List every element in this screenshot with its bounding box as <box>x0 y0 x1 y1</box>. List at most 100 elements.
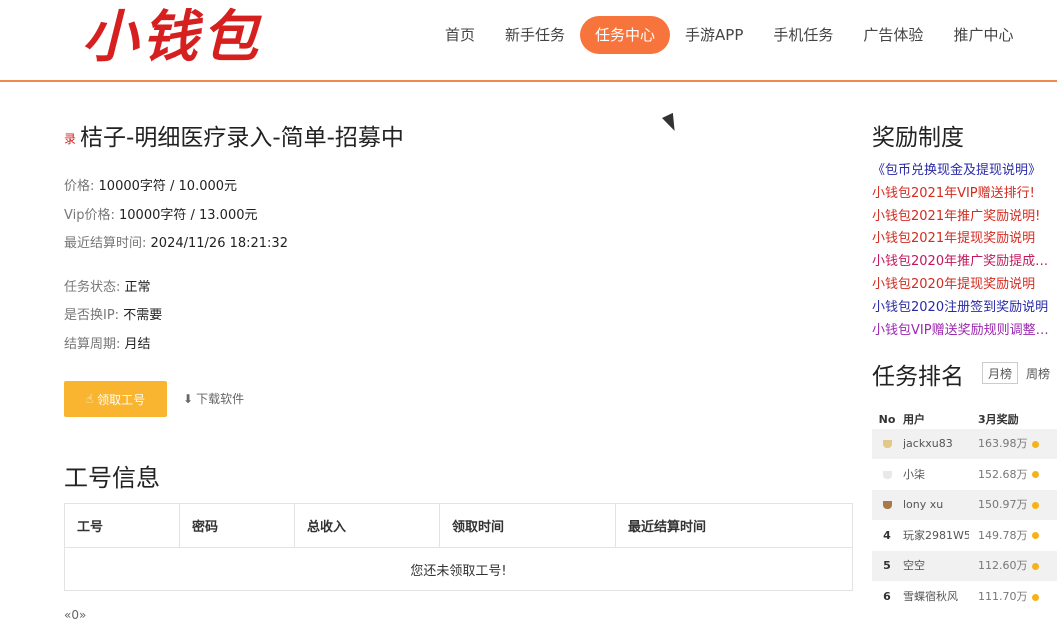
claim-account-label: 领取工号 <box>97 392 146 407</box>
vip-price-line: Vip价格: 10000字符 / 13.000元 <box>64 204 258 223</box>
reward-link[interactable]: 小钱包2020年提现奖励说明 <box>872 274 1057 297</box>
rank-amount: 112.60万 <box>978 551 1039 581</box>
last-settle-label: 最近结算时间: <box>64 236 147 251</box>
site-logo[interactable]: 小钱包 <box>82 2 262 72</box>
rank-user: jackxu83 <box>903 437 953 450</box>
nav-item-ad-experience[interactable]: 广告体验 <box>848 16 938 54</box>
cycle-value: 月结 <box>124 337 151 352</box>
hand-icon: ☝ <box>85 392 94 406</box>
reward-link[interactable]: 小钱包VIP赠送奖励规则调整公... <box>872 320 1057 343</box>
reward-link[interactable]: 小钱包2020年推广奖励提成和... <box>872 251 1057 274</box>
price-line: 价格: 10000字符 / 10.000元 <box>64 175 237 194</box>
task-title: 录桔子-明细医疗录入-简单-招募中 <box>64 118 404 152</box>
col-last-settle-time: 最近结算时间 <box>615 503 853 548</box>
sidebar: 奖励制度 《包币兑换现金及提现说明》 小钱包2021年VIP赠送排行! 小钱包2… <box>872 82 1057 619</box>
rank-amount: 149.78万 <box>978 521 1039 551</box>
nav-item-newbie-tasks[interactable]: 新手任务 <box>490 16 580 54</box>
col-claim-time: 领取时间 <box>439 503 616 548</box>
rank-row: jackxu83 163.98万 <box>872 429 1057 459</box>
table-row: 您还未领取工号! <box>64 547 853 591</box>
rank-amount: 152.68万 <box>978 460 1039 490</box>
coin-icon <box>1031 532 1039 540</box>
rank-row: 5 空空 112.60万 <box>872 551 1057 582</box>
rewards-title: 奖励制度 <box>872 125 964 151</box>
task-type-tag: 录 <box>64 132 77 146</box>
main-nav: 首页 新手任务 任务中心 手游APP 手机任务 广告体验 推广中心 <box>430 16 1028 54</box>
rank-amount-value: 152.68万 <box>978 467 1028 481</box>
tab-weekly[interactable]: 周榜 <box>1020 362 1056 384</box>
rank-row: 4 玩家2981W5 149.78万 <box>872 521 1057 551</box>
rank-row: 6 雪蝶宿秋风 111.70万 <box>872 582 1057 612</box>
last-settle-value: 2024/11/26 18:21:32 <box>150 236 288 251</box>
reward-link[interactable]: 小钱包2020注册签到奖励说明 <box>872 297 1057 320</box>
col-password: 密码 <box>179 503 295 548</box>
trophy-icon-shape <box>882 440 892 448</box>
rank-row: lony xu 150.97万 <box>872 490 1057 521</box>
download-software-label: 下载软件 <box>196 392 245 406</box>
coin-icon <box>1031 562 1039 570</box>
coin-icon <box>1031 593 1039 601</box>
empty-message: 您还未领取工号! <box>64 547 853 591</box>
status-value: 正常 <box>124 280 151 295</box>
rank-amount-value: 150.97万 <box>978 498 1028 512</box>
nav-item-task-center[interactable]: 任务中心 <box>580 16 671 54</box>
rank-user: lony xu <box>903 498 944 512</box>
status-label: 任务状态: <box>64 280 121 295</box>
col-total-income: 总收入 <box>294 503 440 548</box>
price-value: 10000字符 / 10.000元 <box>98 179 238 194</box>
ranking-title: 任务排名 <box>872 364 964 390</box>
cycle-line: 结算周期: 月结 <box>64 333 151 352</box>
nav-item-mobile-tasks[interactable]: 手机任务 <box>758 16 848 54</box>
download-icon: ⬇ <box>183 392 194 406</box>
coin-icon <box>1031 471 1039 479</box>
rank-tabs: 月榜 周榜 日 <box>982 362 1057 384</box>
rank-number: 5 <box>883 559 891 573</box>
tab-monthly[interactable]: 月榜 <box>982 362 1019 384</box>
rank-amount: 163.98万 <box>978 429 1039 459</box>
rank-user: 空空 <box>903 559 925 573</box>
mouse-cursor-icon <box>662 112 681 134</box>
trophy-icon <box>880 490 894 521</box>
rank-user: 雪蝶宿秋风 <box>903 590 958 603</box>
rank-number: 4 <box>883 528 891 542</box>
rank-amount-value: 163.98万 <box>978 437 1028 450</box>
coin-icon <box>1031 440 1039 448</box>
download-software-button[interactable]: ⬇ 下载软件 <box>183 390 244 407</box>
reward-link[interactable]: 小钱包2021年提现奖励说明 <box>872 228 1057 251</box>
vip-price-value: 10000字符 / 13.000元 <box>119 208 258 223</box>
coin-icon <box>1031 501 1039 509</box>
col-account: 工号 <box>64 503 180 548</box>
account-section-title: 工号信息 <box>64 464 160 492</box>
pagination[interactable]: «0» <box>64 608 86 619</box>
rank-row: 小柒 152.68万 <box>872 460 1057 490</box>
trophy-icon-shape <box>882 470 892 479</box>
account-table-header: 工号 密码 总收入 领取时间 最近结算时间 <box>64 503 853 548</box>
nav-item-promotion-center[interactable]: 推广中心 <box>938 16 1028 54</box>
rank-number: 6 <box>883 590 891 603</box>
rank-user: 小柒 <box>903 467 925 481</box>
status-line: 任务状态: 正常 <box>64 276 151 295</box>
task-title-text: 桔子-明细医疗录入-简单-招募中 <box>80 125 404 151</box>
reward-link[interactable]: 《包币兑换现金及提现说明》 <box>872 160 1057 183</box>
rank-user: 玩家2981W5 <box>903 528 969 542</box>
reward-link[interactable]: 小钱包2021年推广奖励说明! <box>872 206 1057 229</box>
last-settle-line: 最近结算时间: 2024/11/26 18:21:32 <box>64 232 288 251</box>
cycle-label: 结算周期: <box>64 337 121 352</box>
claim-account-button[interactable]: ☝ 领取工号 <box>64 381 167 417</box>
rank-amount-value: 112.60万 <box>978 559 1028 573</box>
trophy-icon <box>880 429 894 460</box>
trophy-icon-shape <box>882 501 892 510</box>
rank-amount: 150.97万 <box>978 490 1039 520</box>
account-table: 工号 密码 总收入 领取时间 最近结算时间 您还未领取工号! <box>64 503 853 591</box>
ip-line: 是否换IP: 不需要 <box>64 304 162 323</box>
rank-amount-value: 111.70万 <box>978 590 1028 603</box>
site-header: 小钱包 首页 新手任务 任务中心 手游APP 手机任务 广告体验 推广中心 <box>0 0 1057 82</box>
nav-item-game-app[interactable]: 手游APP <box>670 16 758 54</box>
reward-links: 《包币兑换现金及提现说明》 小钱包2021年VIP赠送排行! 小钱包2021年推… <box>872 160 1057 342</box>
rank-amount-value: 149.78万 <box>978 528 1028 542</box>
ip-label: 是否换IP: <box>64 308 120 323</box>
reward-link[interactable]: 小钱包2021年VIP赠送排行! <box>872 183 1057 206</box>
price-label: 价格: <box>64 179 95 194</box>
trophy-icon <box>880 460 894 491</box>
nav-item-home[interactable]: 首页 <box>430 16 490 54</box>
